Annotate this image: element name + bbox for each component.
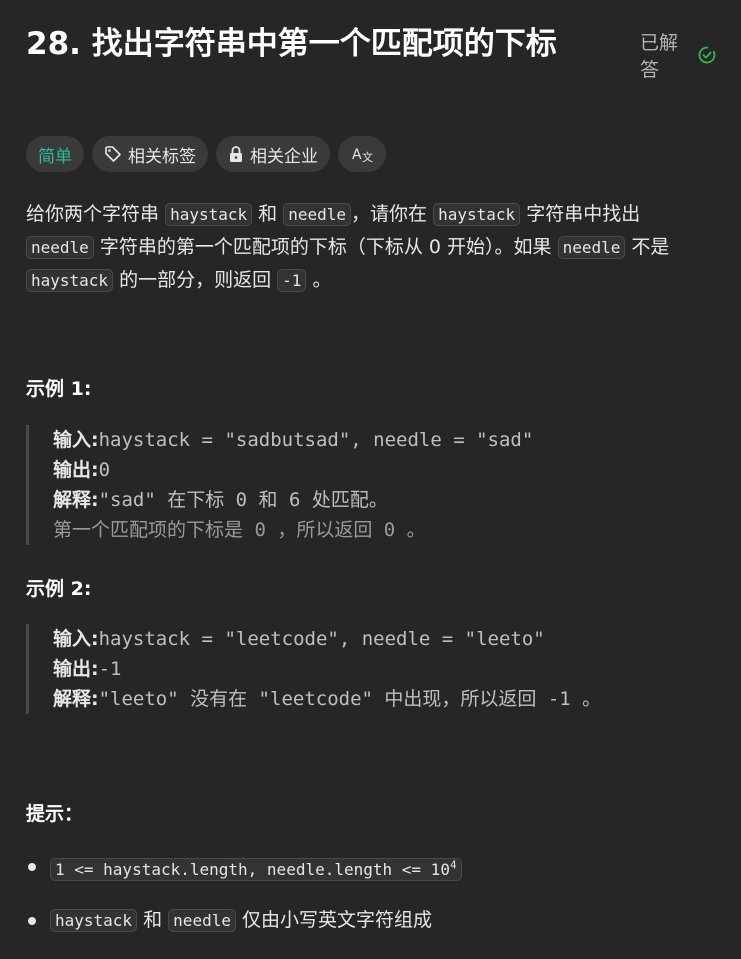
related-tags-button[interactable]: 相关标签 — [92, 136, 208, 172]
constraints-list: 1 <= haystack.length, needle.length <= 1… — [26, 850, 726, 955]
inline-code: needle — [283, 203, 352, 226]
check-circle-icon — [698, 46, 716, 64]
constraint-text: 仅由小写英文字符组成 — [242, 909, 433, 932]
example-1-block: 输入:haystack = "sadbutsad", needle = "sad… — [26, 425, 716, 545]
desc-text: 字符串中找出 — [526, 203, 641, 225]
example-explain-line: 解释:"leeto" 没有在 "leetcode" 中出现，所以返回 -1 。 — [53, 684, 716, 714]
example-explain-line: 解释:"sad" 在下标 0 和 6 处匹配。 — [53, 485, 716, 515]
constraint-exponent: 4 — [449, 859, 457, 872]
desc-text: 的一部分，则返回 — [119, 269, 272, 291]
example-2-heading: 示例 2: — [26, 578, 92, 600]
tag-icon — [104, 145, 122, 163]
desc-text: 不是 — [631, 236, 670, 258]
inline-code: needle — [26, 236, 94, 259]
explain-extra: 第一个匹配项的下标是 0 ，所以返回 0 。 — [53, 519, 426, 541]
input-value: haystack = "sadbutsad", needle = "sad" — [98, 429, 534, 451]
example-input-line: 输入:haystack = "leetcode", needle = "leet… — [53, 624, 716, 654]
inline-code: 1 <= haystack.length, needle.length <= 1… — [50, 858, 462, 882]
input-label: 输入: — [53, 429, 99, 451]
related-tags-label: 相关标签 — [128, 146, 196, 167]
inline-code: needle — [168, 909, 236, 933]
solved-label: 已解答 — [640, 32, 679, 81]
desc-text: 字符串的第一个匹配项的下标（下标从 0 开始）。如果 — [99, 236, 552, 258]
inline-code: haystack — [165, 203, 253, 226]
translate-icon: A文 — [351, 144, 373, 164]
constraints-heading: 提示： — [26, 803, 84, 825]
lock-icon — [228, 145, 244, 163]
example-input-line: 输入:haystack = "sadbutsad", needle = "sad… — [53, 425, 716, 455]
output-value: -1 — [98, 658, 122, 680]
inline-code: haystack — [26, 269, 114, 292]
example-output-line: 输出:0 — [53, 455, 716, 485]
inline-code: haystack — [50, 909, 138, 933]
inline-code: haystack — [433, 203, 521, 226]
desc-text: 。 — [312, 269, 332, 291]
output-label: 输出: — [53, 658, 99, 680]
constraint-item: 1 <= haystack.length, needle.length <= 1… — [26, 850, 726, 886]
problem-title: 28. 找出字符串中第一个匹配项的下标 — [26, 26, 557, 62]
translate-button[interactable]: A文 — [338, 136, 386, 172]
constraint-item: haystack 和 needle 仅由小写英文字符组成 — [26, 904, 726, 937]
inline-code: -1 — [277, 269, 307, 292]
solved-status: 已解答 — [640, 28, 716, 82]
output-label: 输出: — [53, 459, 99, 481]
desc-text: ，请你在 — [351, 203, 428, 225]
desc-text: 和 — [258, 203, 278, 225]
constraint-code: 1 <= haystack.length, needle.length <= 1… — [55, 860, 450, 880]
problem-description: 给你两个字符串 haystack 和 needle ，请你在 haystack 字… — [26, 198, 731, 297]
related-companies-button[interactable]: 相关企业 — [216, 136, 330, 172]
tag-bar: 简单 相关标签 相关企业 A文 — [26, 136, 386, 172]
difficulty-badge[interactable]: 简单 — [26, 136, 84, 172]
related-companies-label: 相关企业 — [250, 146, 318, 167]
example-output-line: 输出:-1 — [53, 654, 716, 684]
explain-label: 解释: — [53, 489, 99, 511]
explain-label: 解释: — [53, 688, 99, 710]
explain-value: "leeto" 没有在 "leetcode" 中出现，所以返回 -1 。 — [98, 688, 602, 710]
svg-text:文: 文 — [362, 150, 373, 164]
svg-text:A: A — [352, 147, 362, 163]
output-value: 0 — [98, 459, 111, 481]
constraint-text: 和 — [143, 909, 163, 932]
inline-code: needle — [557, 236, 626, 259]
desc-text: 给你两个字符串 — [26, 203, 160, 225]
explain-value: "sad" 在下标 0 和 6 处匹配。 — [98, 489, 388, 511]
example-1-heading: 示例 1: — [26, 378, 92, 400]
title-row: 28. 找出字符串中第一个匹配项的下标 已解答 — [26, 20, 716, 81]
example-2-block: 输入:haystack = "leetcode", needle = "leet… — [26, 624, 716, 714]
input-label: 输入: — [53, 628, 99, 650]
input-value: haystack = "leetcode", needle = "leeto" — [98, 628, 545, 650]
